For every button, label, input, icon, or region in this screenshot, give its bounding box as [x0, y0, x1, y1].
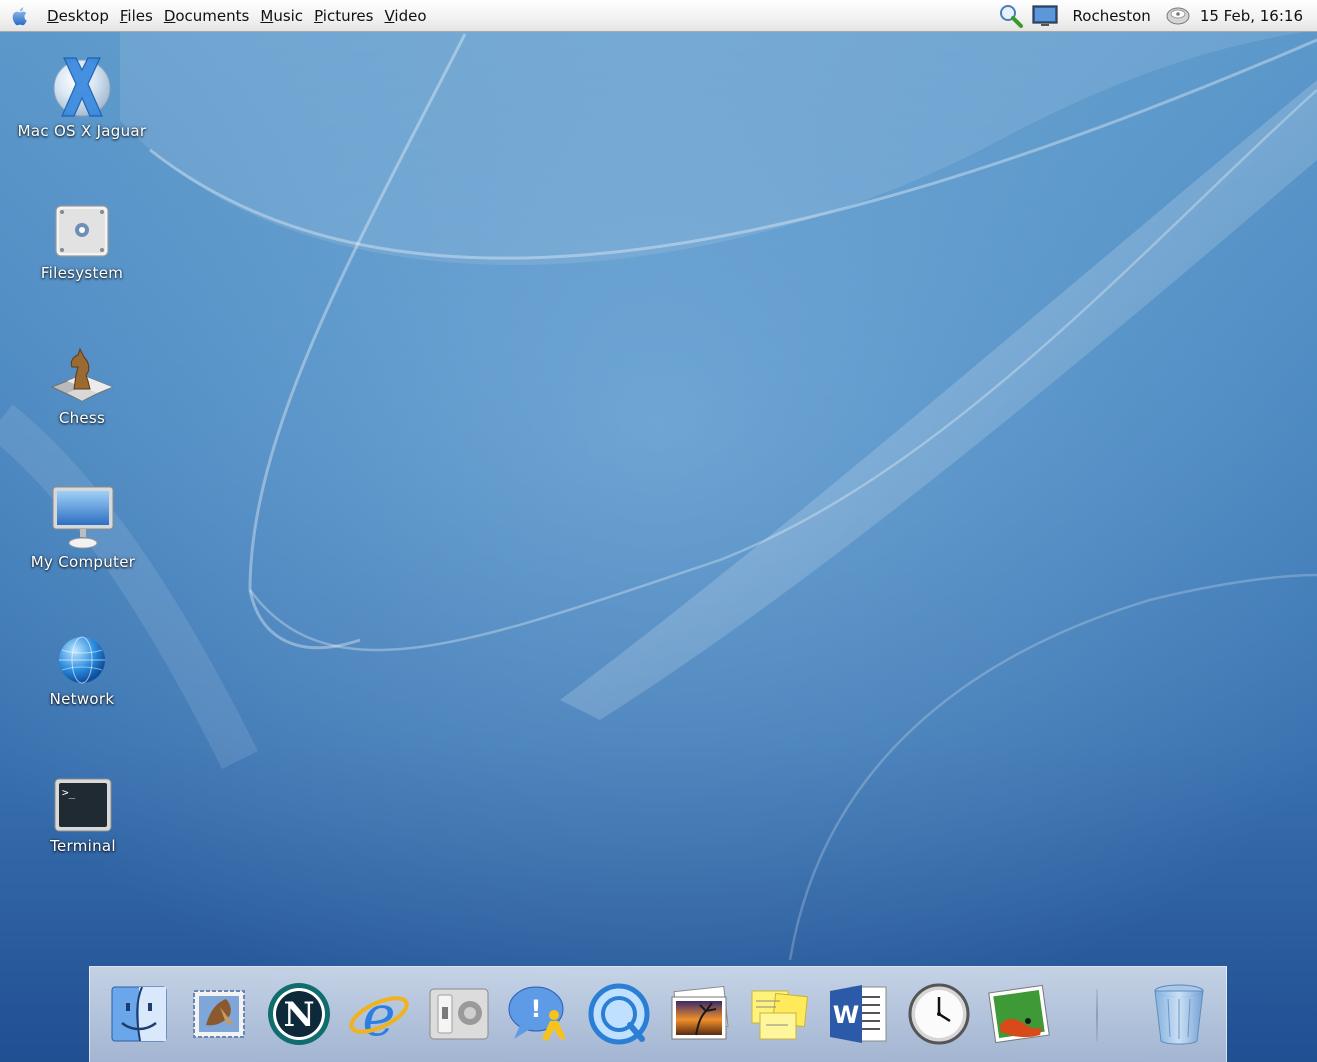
quicktime-icon: [588, 983, 650, 1045]
dock-iphoto[interactable]: [666, 981, 732, 1047]
desktop-icon-label: My Computer: [30, 553, 136, 571]
dock: N e ! W: [89, 966, 1227, 1062]
system-preferences-icon: [429, 988, 489, 1040]
globe-icon: [59, 636, 105, 684]
menu-items: Desktop Files Documents Music Pictures V…: [47, 0, 438, 32]
iphoto-icon: [671, 985, 729, 1040]
hard-drive-icon: [55, 205, 109, 257]
desktop-icon-label: Chess: [58, 409, 106, 427]
netscape-icon: N: [268, 983, 330, 1045]
desktop-icon-my-computer[interactable]: My Computer: [8, 485, 158, 571]
wallpaper: [0, 0, 1317, 1062]
display-icon[interactable]: [1031, 5, 1058, 27]
stickies-icon: [751, 990, 809, 1040]
menu-clock[interactable]: 15 Feb, 16:16: [1200, 7, 1303, 25]
svg-text:>_: >_: [62, 786, 76, 799]
chess-knight-icon: [50, 347, 114, 402]
desktop-icon-filesystem[interactable]: Filesystem: [7, 200, 157, 282]
image-viewer-icon: [988, 984, 1050, 1044]
menu-music[interactable]: Music: [260, 0, 303, 32]
dock-clock[interactable]: [906, 981, 972, 1047]
dock-trash[interactable]: [1146, 981, 1212, 1047]
menu-files[interactable]: Files: [120, 0, 153, 32]
menu-desktop[interactable]: Desktop: [47, 0, 109, 32]
desktop-icon-terminal[interactable]: >_ Terminal: [8, 777, 158, 855]
desktop-icon-label: Network: [49, 690, 115, 708]
dock-stickies[interactable]: [746, 981, 812, 1047]
imac-icon: [52, 486, 114, 549]
desktop-icon-label: Mac OS X Jaguar: [17, 122, 147, 140]
dock-word[interactable]: W: [826, 981, 892, 1047]
dock-mail[interactable]: [186, 981, 252, 1047]
dock-netscape[interactable]: N: [266, 981, 332, 1047]
internet-explorer-icon: e: [349, 984, 409, 1047]
volume-icon[interactable]: [1166, 6, 1190, 26]
menu-documents[interactable]: Documents: [164, 0, 250, 32]
finder-icon: [111, 986, 167, 1042]
desktop: Mac OS X Jaguar Filesystem Chess My Comp…: [0, 0, 1317, 1062]
svg-text:!: !: [531, 995, 542, 1023]
trash-icon: [1154, 984, 1204, 1045]
apple-logo-icon[interactable]: [8, 4, 32, 28]
search-icon[interactable]: [998, 3, 1024, 29]
menu-bar: Desktop Files Documents Music Pictures V…: [0, 0, 1317, 32]
cd-x-icon: [53, 57, 111, 117]
desktop-icon-network[interactable]: Network: [7, 634, 157, 708]
ichat-icon: !: [508, 986, 566, 1041]
svg-text:N: N: [283, 995, 314, 1035]
terminal-icon: >_: [54, 778, 112, 832]
dock-ichat[interactable]: !: [506, 981, 572, 1047]
dock-system-preferences[interactable]: [426, 981, 492, 1047]
desktop-icon-label: Filesystem: [40, 264, 124, 282]
word-icon: W: [830, 985, 887, 1043]
menu-pictures[interactable]: Pictures: [314, 0, 373, 32]
menu-video[interactable]: Video: [384, 0, 426, 32]
dock-separator: [1096, 989, 1098, 1041]
dock-finder[interactable]: [106, 981, 172, 1047]
svg-text:e: e: [362, 984, 395, 1047]
menu-status-area: Rocheston 15 Feb, 16:16: [998, 0, 1303, 32]
dock-image-viewer[interactable]: [986, 981, 1052, 1047]
desktop-icon-mac-os-x-jaguar[interactable]: Mac OS X Jaguar: [7, 54, 157, 140]
svg-text:W: W: [833, 1001, 859, 1029]
dock-internet-explorer[interactable]: e: [346, 981, 412, 1047]
clock-icon: [908, 983, 970, 1045]
user-name[interactable]: Rocheston: [1073, 7, 1151, 25]
dock-quicktime[interactable]: [586, 981, 652, 1047]
desktop-icon-label: Terminal: [50, 837, 116, 855]
desktop-icon-chess[interactable]: Chess: [7, 345, 157, 427]
mail-icon: [193, 990, 245, 1038]
